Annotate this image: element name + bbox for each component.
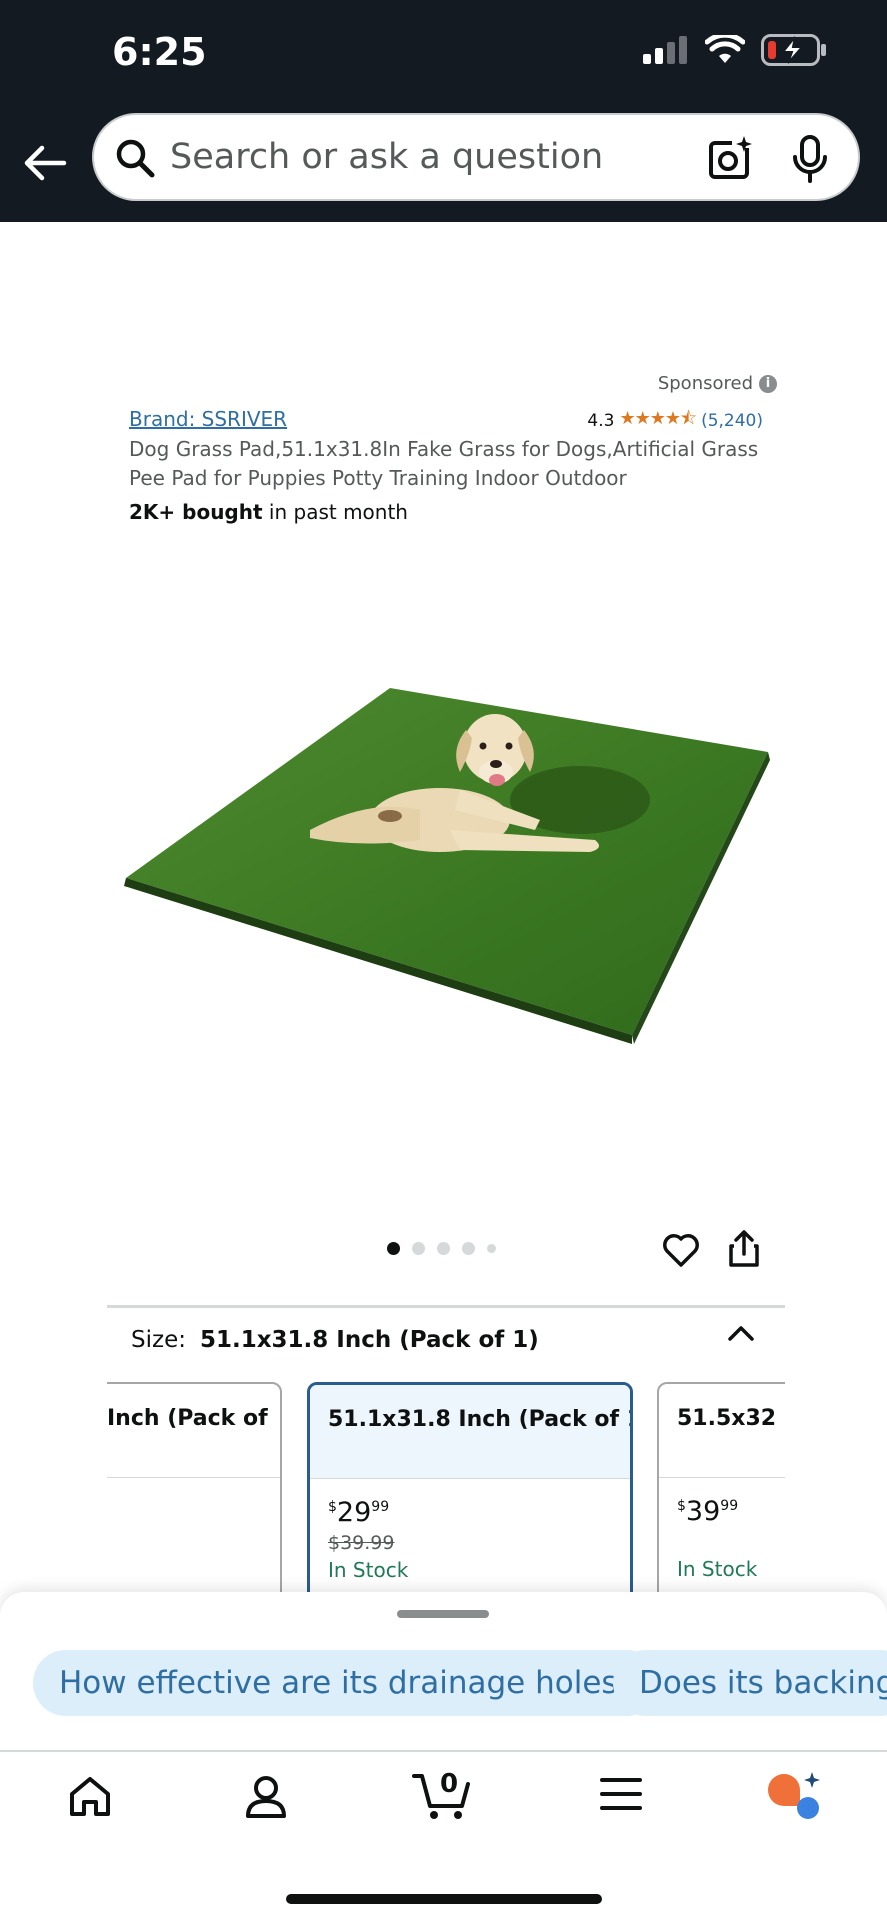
status-bar: 6:25: [0, 0, 887, 106]
suggested-questions-sheet: How effective are its drainage holes? Do…: [0, 1592, 887, 1752]
size-option[interactable]: 51.5x32 In $3999 In Stock: [657, 1382, 785, 1592]
search-icon: [116, 139, 155, 178]
size-option-selected[interactable]: 51.1x31.8 Inch (Pack of 1) $2999 $39.99 …: [307, 1382, 633, 1592]
price: $3999: [677, 1496, 785, 1527]
size-option-label: 51.1x31.8 Inch (Pack of 1): [310, 1385, 630, 1479]
list-price: $39.99: [328, 1532, 395, 1554]
stock-status: In Stock: [677, 1557, 758, 1581]
menu-icon[interactable]: [600, 1774, 642, 1814]
home-icon[interactable]: [68, 1774, 112, 1818]
status-time: 6:25: [112, 30, 207, 74]
carousel-dot[interactable]: [437, 1242, 450, 1255]
back-arrow-icon[interactable]: [22, 140, 68, 186]
product-title[interactable]: Dog Grass Pad,51.1x31.8In Fake Grass for…: [129, 435, 779, 493]
review-count[interactable]: (5,240): [701, 411, 763, 431]
price-symbol: $: [328, 1499, 337, 1515]
question-chip[interactable]: How effective are its drainage holes?: [33, 1650, 661, 1716]
chevron-up-icon[interactable]: [726, 1322, 756, 1344]
price-fraction: 99: [371, 1499, 390, 1515]
status-icons: [643, 34, 827, 66]
list-price: [677, 1531, 785, 1553]
home-indicator: [286, 1894, 602, 1904]
size-option-label: 51.5x32 In: [659, 1384, 785, 1478]
carousel-dot[interactable]: [387, 1242, 400, 1255]
wifi-icon: [705, 35, 745, 63]
rufus-icon[interactable]: [766, 1770, 822, 1820]
bought-count: 2K+ bought in past month: [129, 500, 408, 524]
price-whole: 29: [336, 1497, 372, 1528]
sponsored-label[interactable]: Sponsored i: [658, 373, 777, 394]
carousel-dot[interactable]: [412, 1242, 425, 1255]
size-option[interactable]: Inch (Pack of: [107, 1382, 282, 1592]
sheet-drag-handle[interactable]: [397, 1610, 489, 1618]
info-icon[interactable]: i: [759, 374, 777, 393]
product-image[interactable]: [120, 680, 780, 1060]
carousel-dot[interactable]: [462, 1242, 475, 1255]
image-carousel-dots[interactable]: [387, 1242, 496, 1255]
question-chip[interactable]: Does its backing p: [613, 1650, 887, 1716]
battery-charging-icon: [761, 34, 826, 66]
bought-count-rest: in past month: [262, 500, 408, 524]
size-swatches: Inch (Pack of 51.1x31.8 Inch (Pack of 1)…: [107, 1382, 785, 1592]
section-divider: [107, 1305, 785, 1308]
size-value: 51.1x31.8 Inch (Pack of 1): [199, 1327, 539, 1353]
size-selector-header[interactable]: Size: 51.1x31.8 Inch (Pack of 1): [131, 1327, 539, 1353]
size-option-label: Inch (Pack of: [107, 1384, 280, 1478]
price-fraction: 99: [720, 1498, 739, 1514]
star-rating-icon: ★★★★⯪: [619, 408, 697, 429]
bottom-navigation: 0: [0, 1752, 887, 1920]
cart-count: 0: [440, 1769, 458, 1799]
size-option-body: $3999 In Stock: [659, 1478, 785, 1592]
bought-count-bold: 2K+ bought: [129, 500, 263, 524]
cart-icon[interactable]: 0: [412, 1766, 474, 1820]
size-option-body: [107, 1478, 280, 1514]
search-box[interactable]: [92, 113, 860, 201]
search-header: [0, 106, 887, 222]
price-whole: 39: [685, 1496, 721, 1527]
share-icon[interactable]: [728, 1230, 760, 1268]
size-label: Size:: [131, 1327, 186, 1353]
stock-status: In Stock: [328, 1558, 409, 1582]
price-symbol: $: [677, 1498, 686, 1514]
account-icon[interactable]: [244, 1774, 288, 1820]
microphone-icon[interactable]: [790, 135, 830, 183]
brand-link[interactable]: Brand: SSRIVER: [129, 407, 287, 431]
price: $2999: [328, 1497, 612, 1528]
rating-summary[interactable]: 4.3 ★★★★⯪ (5,240): [587, 406, 763, 436]
carousel-dot[interactable]: [487, 1244, 496, 1253]
search-input[interactable]: [170, 135, 640, 179]
size-option-body: $2999 $39.99 In Stock: [310, 1479, 630, 1592]
heart-icon[interactable]: [662, 1232, 700, 1268]
sponsored-text: Sponsored: [657, 373, 753, 394]
signal-icon: [643, 36, 687, 64]
rating-value: 4.3: [587, 411, 615, 431]
camera-search-icon[interactable]: [708, 135, 754, 181]
